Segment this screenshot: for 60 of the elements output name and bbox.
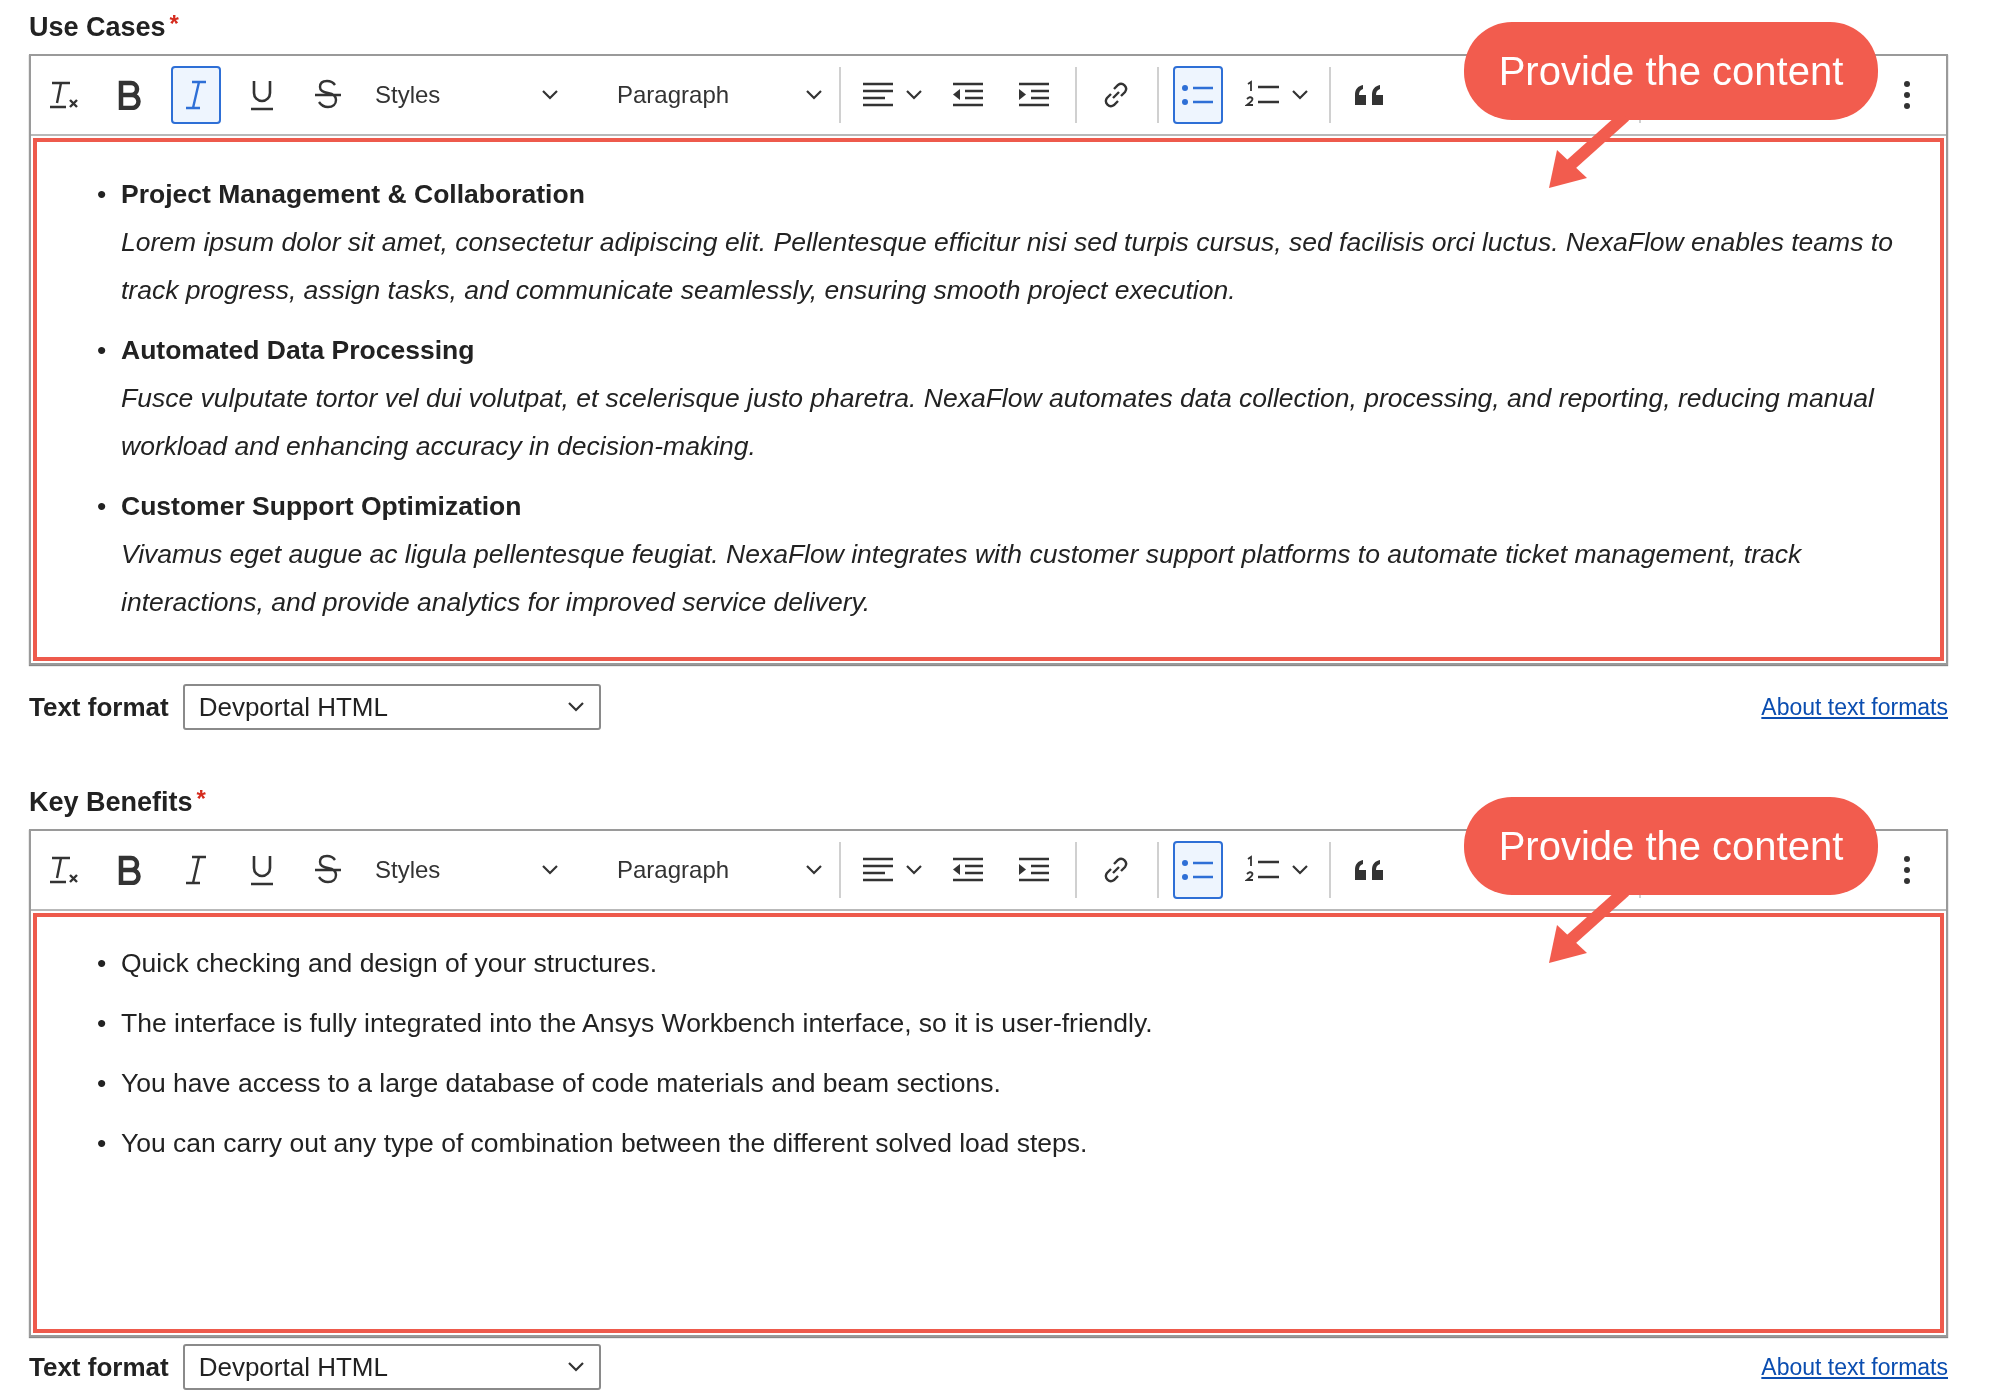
- styles-dropdown[interactable]: Styles: [369, 66, 565, 124]
- bullet: •: [97, 947, 108, 980]
- bold-icon: [117, 855, 143, 885]
- outdent-icon: [951, 81, 985, 109]
- align-left-icon: [861, 81, 895, 109]
- chevron-icon: [905, 89, 923, 101]
- text-format-label: Text format: [29, 1351, 169, 1383]
- bullet: •: [97, 1067, 108, 1100]
- underline-icon: [248, 78, 276, 112]
- indent-icon: [1017, 856, 1051, 884]
- chevron-icon: [541, 89, 559, 101]
- italic-icon: [183, 79, 209, 111]
- more-icon: [1903, 80, 1911, 110]
- list-item-text: Quick checking and design of your structures.: [121, 947, 659, 980]
- chevron-icon: [1291, 89, 1309, 101]
- chevron-icon: [905, 864, 923, 876]
- callout-bubble: Provide the content: [1464, 22, 1878, 120]
- list-item-title: Automated Data Processing: [121, 334, 476, 367]
- text-format-select[interactable]: Devportal HTML: [182, 684, 601, 730]
- editor-content[interactable]: [33, 138, 1944, 661]
- bullet: •: [97, 1007, 108, 1040]
- callout-bubble: Provide the content: [1464, 797, 1878, 895]
- indent-icon: [1017, 81, 1051, 109]
- list-item-text: Fusce vulputate tortor vel dui volutpat, et scelerisque justo pharetra. NexaFlow automates data collection, processing, and reporting, reducing manual workload and enhancing accuracy in decision-making.: [121, 382, 1876, 463]
- chevron-icon: [566, 1361, 585, 1373]
- list-item-title: Project Management & Collaboration: [121, 178, 586, 211]
- bullet: •: [97, 334, 108, 367]
- bulleted-list-button[interactable]: [1173, 66, 1223, 124]
- chevron-icon: [566, 701, 585, 713]
- list-item-text: Lorem ipsum dolor sit amet, consectetur adipiscing elit. Pellentesque efficitur nisi sed turpis cursus, sed facilisis orci luctus. NexaFlow enables teams to track progress, assign tasks, and communicate seamlessly, ensuring smooth project execution.: [121, 226, 1894, 307]
- about-text-formats-link[interactable]: About text formats: [1761, 693, 1948, 721]
- chevron-icon: [805, 89, 823, 101]
- paragraph-dropdown[interactable]: Paragraph: [611, 841, 829, 899]
- underline-icon: [248, 853, 276, 887]
- field-label: Use Cases: [29, 12, 166, 42]
- italic-icon: [183, 854, 209, 886]
- chevron-icon: [1291, 864, 1309, 876]
- bulleted-list-button[interactable]: [1173, 841, 1223, 899]
- list-item-text: You have access to a large database of code materials and beam sections.: [121, 1067, 1002, 1100]
- chevron-icon: [805, 864, 823, 876]
- bullet: •: [97, 178, 108, 211]
- list-item-text: You can carry out any type of combination between the different solved load steps.: [121, 1127, 1089, 1160]
- text-format-label: Text format: [29, 691, 169, 723]
- list-item-text: The interface is fully integrated into the Ansys Workbench interface, so it is user-friendly.: [121, 1007, 1154, 1040]
- about-text-formats-link[interactable]: About text formats: [1761, 1353, 1948, 1381]
- text-format-select[interactable]: Devportal HTML: [182, 1344, 601, 1390]
- bullet: •: [97, 1127, 108, 1160]
- styles-dropdown[interactable]: Styles: [369, 841, 565, 899]
- paragraph-dropdown[interactable]: Paragraph: [611, 66, 829, 124]
- outdent-icon: [951, 856, 985, 884]
- bullet: •: [97, 490, 108, 523]
- required-mark: *: [196, 787, 206, 811]
- field-label: Key Benefits: [29, 787, 193, 817]
- bold-icon: [117, 80, 143, 110]
- chevron-icon: [541, 864, 559, 876]
- list-item-text: Vivamus eget augue ac ligula pellentesque feugiat. NexaFlow integrates with customer support platforms to automate ticket management, track interactions, and provide analytics for improved service delivery.: [121, 538, 1803, 619]
- align-left-icon: [861, 856, 895, 884]
- required-mark: *: [169, 12, 179, 36]
- more-icon: [1903, 855, 1911, 885]
- list-item-title: Customer Support Optimization: [121, 490, 523, 523]
